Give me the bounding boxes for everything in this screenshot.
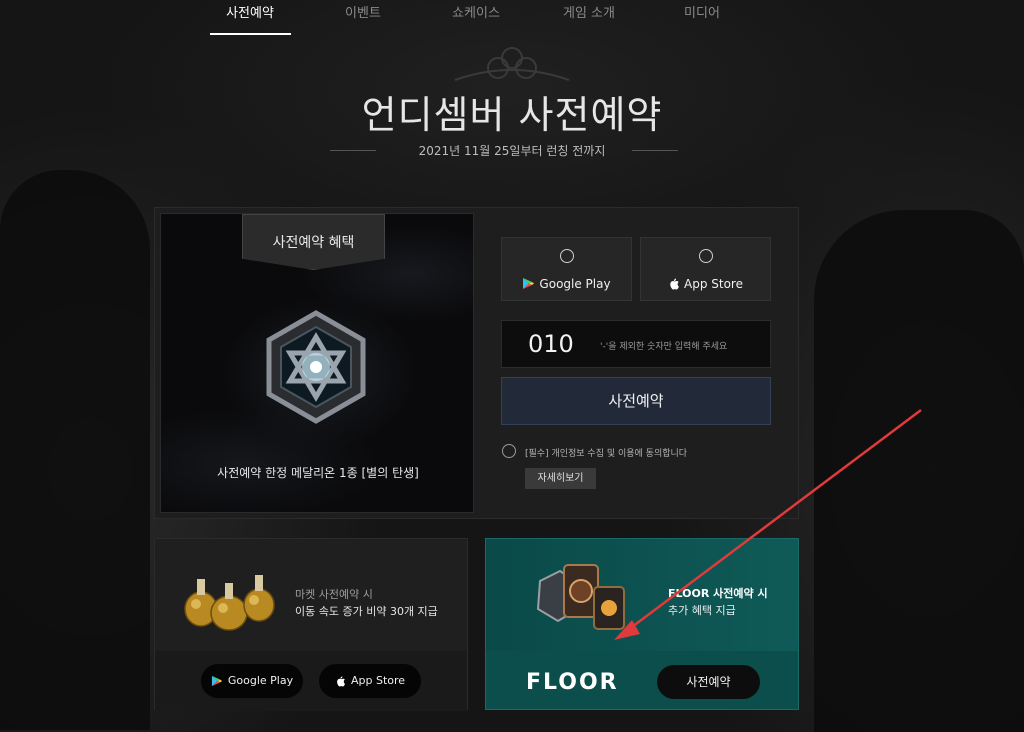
nav-item-game-intro[interactable]: 게임 소개 [549,2,629,21]
page-title: 언디셈버 사전예약 [361,93,663,137]
benefit-caption: 사전예약 한정 메달리온 1종 [별의 탄생] [217,466,419,480]
agree-text: [필수] 개인정보 수집 및 이용에 동의합니다 [525,449,688,459]
ornament-icon [454,47,570,81]
nav-item-preregister[interactable]: 사전예약 [210,2,290,21]
floor-reward-line1: FLOOR 사전예약 시 [668,587,768,600]
google-play-button[interactable]: Google Play [201,664,303,698]
google-play-icon [211,675,222,687]
nav-item-event[interactable]: 이벤트 [323,2,403,21]
nav-item-showcase[interactable]: 쇼케이스 [436,2,516,21]
floor-reward-panel: FLOOR 사전예약 시 추가 혜택 지급 FLOOR 사전예약 [485,538,799,710]
view-details-button[interactable]: 자세히보기 [525,468,596,489]
store-option-apple[interactable]: App Store [640,237,771,301]
market-reward-line2: 이동 속도 증가 비약 30개 지급 [295,605,438,618]
benefit-tab-label: 사전예약 혜택 [272,235,355,251]
google-play-icon [523,278,535,289]
store-label-google: Google Play [502,277,631,291]
floor-reward-top: FLOOR 사전예약 시 추가 혜택 지급 [486,539,798,651]
potion-bottles-icon [184,575,275,631]
store-radio-apple[interactable] [699,249,713,263]
phone-prefix: 010 [528,330,574,358]
top-nav: 사전예약 이벤트 쇼케이스 게임 소개 미디어 [0,0,1024,36]
preregister-button[interactable]: 사전예약 [501,377,771,425]
agree-radio[interactable] [502,444,516,458]
phone-input-field[interactable]: 010 '-'을 제외한 숫자만 입력해 주세요 [501,320,771,368]
store-option-google[interactable]: Google Play [501,237,632,301]
benefit-tab: 사전예약 혜택 [242,214,385,270]
app-store-button-label: App Store [350,674,406,687]
page-subtitle: 2021년 11월 25일부터 런칭 전까지 [418,144,606,158]
warrior-silhouette-right [814,210,1024,732]
google-play-button-label: Google Play [227,674,294,687]
apple-icon [337,676,345,687]
market-reward-line1: 마켓 사전예약 시 [295,588,373,601]
store-radio-google[interactable] [560,249,574,263]
benefit-panel: 사전예약 혜택 사전예약 한정 메달리온 1종 [별의 탄생] [160,213,474,513]
subtitle-divider-right [632,150,678,151]
phone-placeholder[interactable]: '-'을 제외한 숫자만 입력해 주세요 [600,339,727,352]
warrior-silhouette-left [0,170,150,730]
app-store-button[interactable]: App Store [319,664,421,698]
market-reward-panel: 마켓 사전예약 시 이동 속도 증가 비약 30개 지급 Google Play… [154,538,468,711]
nav-item-media[interactable]: 미디어 [662,2,742,21]
market-reward-top: 마켓 사전예약 시 이동 속도 증가 비약 30개 지급 [155,539,467,651]
store-text-apple: App Store [684,277,743,291]
store-label-apple: App Store [641,277,770,291]
floor-logo: FLOOR [526,670,619,695]
nav-active-underline [210,33,291,35]
reward-cards-icon [536,564,625,630]
medallion-icon [266,310,366,424]
store-text-google: Google Play [539,277,611,291]
floor-reward-line2: 추가 혜택 지급 [668,604,736,617]
market-store-buttons: Google Play App Store [155,651,467,711]
floor-preregister-button[interactable]: 사전예약 [657,665,760,699]
apple-icon [670,278,679,290]
